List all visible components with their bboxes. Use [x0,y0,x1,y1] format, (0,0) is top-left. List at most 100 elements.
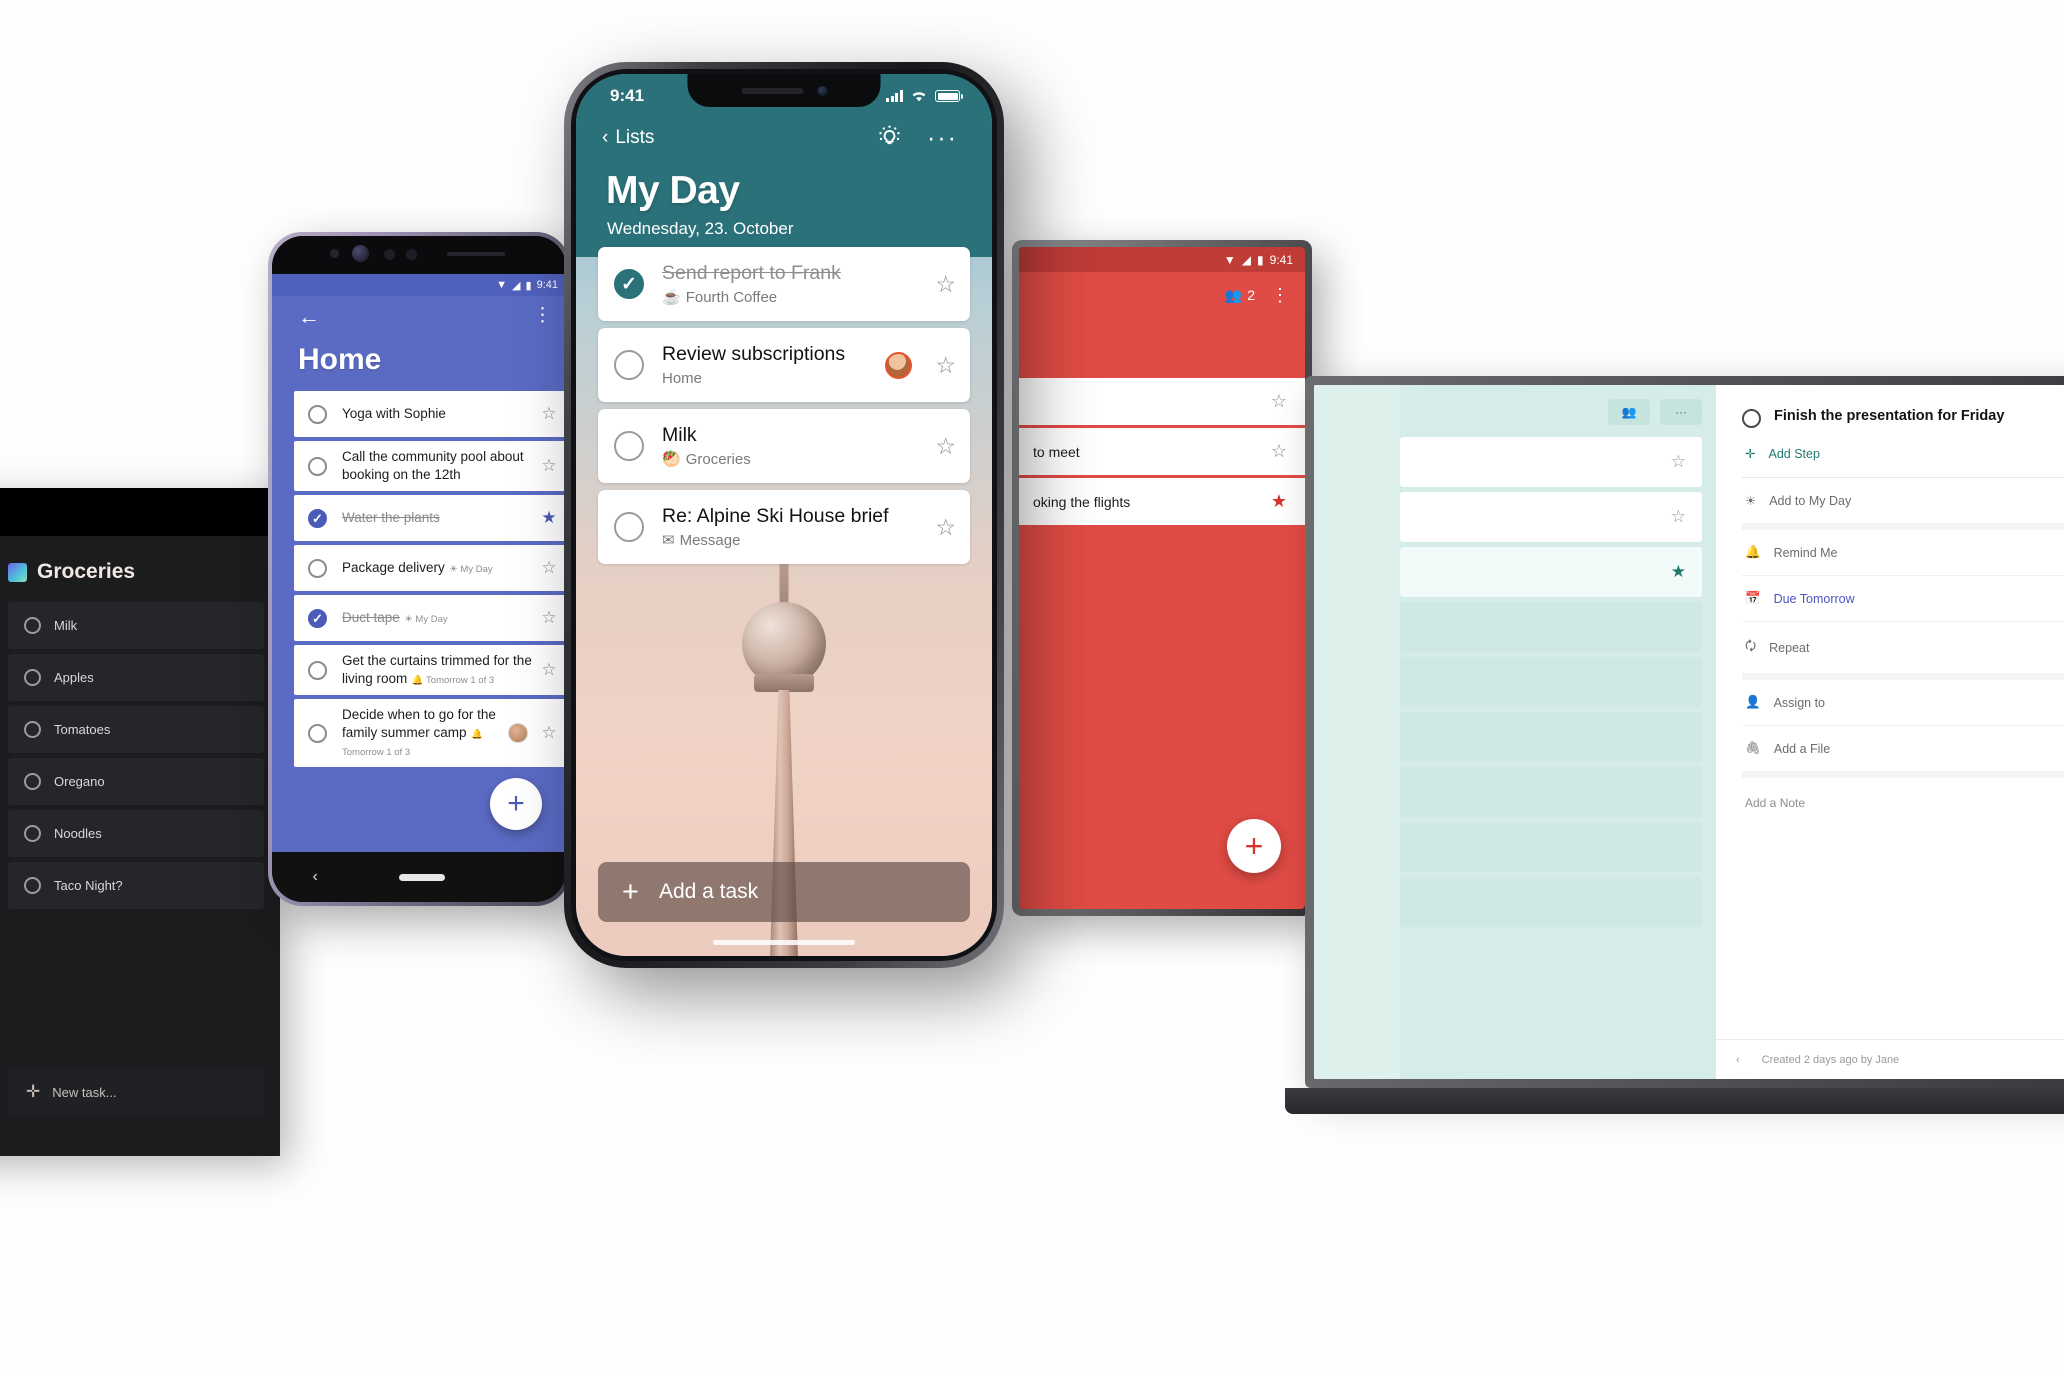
star-filled-icon[interactable]: ★ [1271,491,1287,512]
star-filled-icon[interactable]: ★ [532,508,566,528]
list-item[interactable]: Duct tape ☀ My Day ☆ [294,595,566,641]
add-step-button[interactable]: ✛ Add Step [1742,430,2064,478]
checkbox-circle-icon[interactable] [24,721,41,738]
star-icon[interactable]: ☆ [1271,391,1287,412]
kebab-menu-icon[interactable]: ⋮ [1271,286,1289,304]
list-item[interactable]: ☆ [1400,492,1702,542]
add-to-my-day-button[interactable]: ☀ Add to My Day [1742,478,2064,530]
ellipsis-icon[interactable]: ··· [927,125,958,150]
ellipsis-icon[interactable]: ··· [1660,399,1702,425]
laptop-sidebar[interactable] [1314,385,1400,1079]
task-title: Send report to Frank [662,261,841,284]
list-item[interactable] [1400,602,1702,652]
star-filled-icon[interactable]: ★ [1671,562,1686,582]
task-detail-panel: Finish the presentation for Friday ★ ✛ A… [1716,385,2064,1079]
checkbox-circle-icon[interactable] [308,404,327,424]
checkbox-circle-icon[interactable] [308,723,327,743]
star-icon[interactable]: ☆ [1271,441,1287,462]
star-icon[interactable]: ☆ [922,433,956,460]
list-item[interactable]: Milk 🥙 Groceries ☆ [598,409,970,483]
people-icon[interactable]: 👥 [1608,399,1650,425]
kebab-menu-icon[interactable]: ⋮ [533,306,552,326]
table-row[interactable]: Apples [8,654,264,701]
detail-task-title: Finish the presentation for Friday [1774,408,2005,424]
checkbox-circle-icon[interactable] [614,512,644,542]
list-icon: ☕ [662,289,681,307]
list-item[interactable]: Review subscriptions Home ☆ [598,328,970,402]
checkbox-circle-icon[interactable] [308,660,327,680]
list-item[interactable] [1400,712,1702,762]
repeat-button[interactable]: 🗘 Repeat [1742,622,2064,680]
add-task-fab[interactable]: + [1227,819,1281,873]
task-title: Call the community pool about booking on… [342,449,524,482]
due-date-button[interactable]: 📅 Due Tomorrow [1742,576,2064,622]
list-item[interactable] [1400,822,1702,872]
arrow-left-icon[interactable]: ← [298,304,320,329]
checkbox-circle-icon[interactable] [24,669,41,686]
checkbox-circle-icon[interactable] [308,558,327,578]
add-task-label: Add a task [658,880,759,903]
checkbox-checked-icon[interactable] [308,508,327,528]
task-title: Package delivery [342,560,445,575]
new-task-button[interactable]: ✛ New task... [8,1069,264,1115]
note-field[interactable]: Add a Note [1742,778,2064,810]
list-item[interactable]: oking the flights ★ [1019,478,1305,525]
back-to-lists-button[interactable]: ‹ Lists [602,127,654,149]
table-row[interactable]: Oregano [8,758,264,805]
list-item[interactable]: ☆ [1019,378,1305,425]
list-item[interactable] [1400,657,1702,707]
list-item[interactable]: Re: Alpine Ski House brief ✉ Message ☆ [598,490,970,564]
checkbox-circle-icon[interactable] [308,456,327,476]
table-row[interactable]: Milk [8,602,264,649]
table-row[interactable]: Tomatoes [8,706,264,753]
list-item[interactable]: Yoga with Sophie ☆ [294,391,566,437]
checkbox-circle-icon[interactable] [24,877,41,894]
remind-me-button[interactable]: 🔔 Remind Me [1742,530,2064,576]
star-icon[interactable]: ☆ [532,404,566,424]
table-row[interactable]: Noodles [8,810,264,857]
star-icon[interactable]: ☆ [532,558,566,578]
lightbulb-icon[interactable] [876,124,903,151]
add-file-button[interactable]: 🖇 Add a File [1742,726,2064,778]
star-icon[interactable]: ☆ [922,271,956,298]
checkbox-circle-icon[interactable] [614,350,644,380]
list-item[interactable]: Send report to Frank ☕Fourth Coffee ☆ [598,247,970,321]
checkbox-circle-icon[interactable] [614,431,644,461]
task-title: Oregano [54,774,105,789]
star-icon[interactable]: ☆ [1671,452,1686,472]
add-task-button[interactable]: + Add a task [598,862,970,922]
list-item[interactable]: Water the plants ★ [294,495,566,541]
assign-to-button[interactable]: 👤 Assign to [1742,680,2064,726]
checkbox-circle-icon[interactable] [24,825,41,842]
list-item[interactable] [1400,877,1702,927]
nav-back-icon[interactable]: ‹ [312,868,317,886]
star-icon[interactable]: ☆ [1671,507,1686,527]
star-icon[interactable]: ☆ [532,723,566,743]
list-item[interactable] [1400,767,1702,817]
star-icon[interactable]: ☆ [922,352,956,379]
star-icon[interactable]: ☆ [922,514,956,541]
nav-home-pill[interactable] [398,873,445,881]
checkbox-circle-icon[interactable] [24,773,41,790]
checkbox-checked-icon[interactable] [308,608,327,628]
list-item[interactable]: Package delivery ☀ My Day ☆ [294,545,566,591]
chevron-left-icon[interactable]: ‹ [1736,1054,1740,1066]
add-task-fab[interactable]: + [490,778,542,830]
checkbox-checked-icon[interactable] [614,269,644,299]
shared-members-button[interactable]: 👥 2 [1225,287,1255,304]
people-icon: 👥 [1224,286,1243,303]
star-icon[interactable]: ☆ [532,608,566,628]
star-icon[interactable]: ☆ [532,456,566,476]
checkbox-circle-icon[interactable] [24,617,41,634]
list-item[interactable]: Call the community pool about booking on… [294,441,566,491]
checkbox-circle-icon[interactable] [1742,409,1761,428]
list-item[interactable]: Decide when to go for the family summer … [294,699,566,767]
table-row[interactable]: Taco Night? [8,862,264,909]
star-icon[interactable]: ☆ [532,660,566,680]
home-indicator[interactable] [713,940,855,945]
list-item[interactable]: Get the curtains trimmed for the living … [294,645,566,695]
list-item-selected[interactable]: ★ [1400,547,1702,597]
list-item[interactable]: to meet ☆ [1019,428,1305,475]
list-item[interactable]: ☆ [1400,437,1702,487]
battery-icon: ▮ [525,279,532,292]
